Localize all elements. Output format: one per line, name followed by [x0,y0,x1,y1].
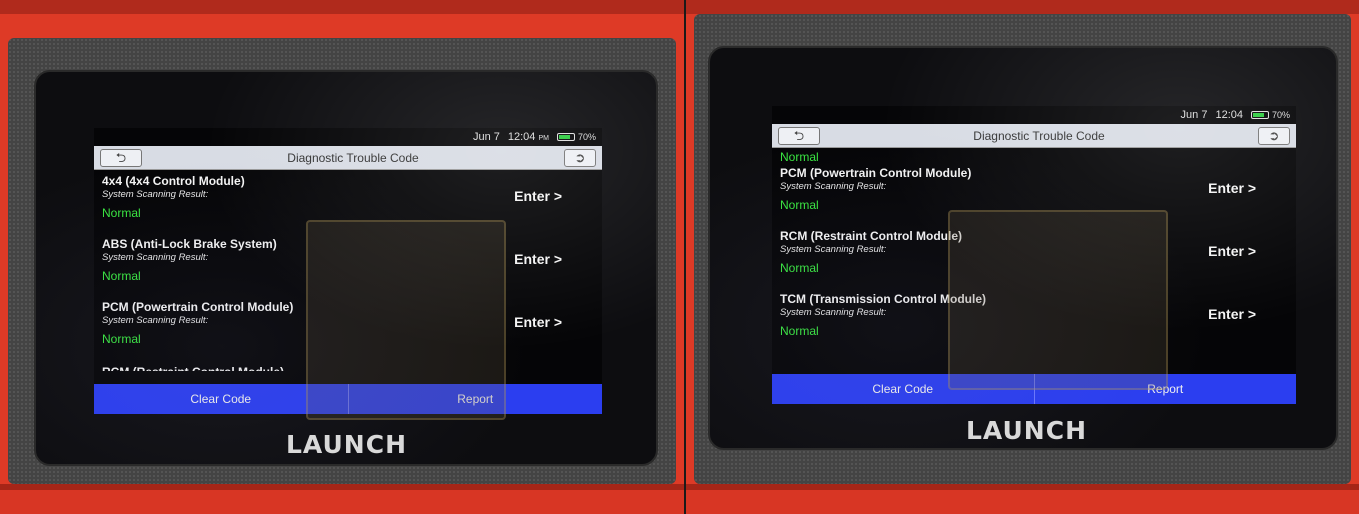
exit-button[interactable]: ➲ [1258,126,1290,145]
screen-glass: Jun 7 12:04 PM 70% ⮌ Diagnostic Trouble … [34,70,658,466]
page-title: Diagnostic Trouble Code [287,150,419,165]
scan-label: System Scanning Result: [780,181,887,192]
status-bar: Jun 7 12:04 PM 70% [94,128,602,146]
enter-button[interactable]: Enter > [514,251,562,267]
shell-bottom [686,484,1359,514]
status-date: Jun 7 [1180,109,1208,121]
enter-button[interactable]: Enter > [514,188,562,204]
enter-button[interactable]: Enter > [1208,180,1256,196]
photo-reflection [948,210,1168,390]
back-arrow-icon: ⮌ [115,150,127,165]
status-bar: Jun 7 12:04 70% [772,106,1296,124]
module-name: ABS (Anti-Lock Brake System) [102,237,277,251]
previous-item-result: Normal [780,150,819,164]
exit-icon: ➲ [574,150,586,165]
scan-result: Normal [102,332,141,346]
brand-logo: LAUNCH [286,430,408,459]
scan-label: System Scanning Result: [102,315,209,326]
module-name: RCM (Restraint Control Module) [780,229,962,243]
left-device-photo: Jun 7 12:04 PM 70% ⮌ Diagnostic Trouble … [0,0,684,514]
status-time: 12:04 [1215,109,1243,121]
module-name: PCM (Powertrain Control Module) [102,300,294,314]
shell-bottom [0,484,684,514]
enter-button[interactable]: Enter > [514,314,562,330]
enter-button[interactable]: Enter > [1208,306,1256,322]
battery-icon [556,133,575,141]
back-button[interactable]: ⮌ [100,148,142,167]
title-bar: ⮌ Diagnostic Trouble Code ➲ [772,124,1296,148]
scan-result: Normal [102,206,141,220]
exit-button[interactable]: ➲ [564,148,596,167]
module-name: 4x4 (4x4 Control Module) [102,174,245,188]
brand-logo: LAUNCH [966,416,1088,445]
module-name: PCM (Powertrain Control Module) [780,166,972,180]
scan-result: Normal [780,261,819,275]
back-arrow-icon: ⮌ [793,128,805,143]
back-button[interactable]: ⮌ [778,126,820,145]
battery-icon [1250,111,1269,119]
status-date: Jun 7 [472,131,500,143]
scan-label: System Scanning Result: [780,244,887,255]
right-device-photo: Jun 7 12:04 70% ⮌ Diagnostic Trouble Cod… [686,0,1359,514]
battery-indicator: 70% [1250,110,1290,120]
scan-label: System Scanning Result: [102,189,209,200]
enter-button[interactable]: Enter > [1208,243,1256,259]
page-title: Diagnostic Trouble Code [973,128,1105,143]
title-bar: ⮌ Diagnostic Trouble Code ➲ [94,146,602,170]
scan-result: Normal [780,198,819,212]
status-time: 12:04 PM [507,131,549,143]
battery-indicator: 70% [556,132,596,142]
photo-reflection [306,220,506,420]
scan-label: System Scanning Result: [102,252,209,263]
shell-top-band [0,0,684,14]
shell-top-band [686,0,1359,14]
exit-icon: ➲ [1268,128,1280,143]
screen-glass: Jun 7 12:04 70% ⮌ Diagnostic Trouble Cod… [708,46,1338,450]
scan-result: Normal [102,269,141,283]
